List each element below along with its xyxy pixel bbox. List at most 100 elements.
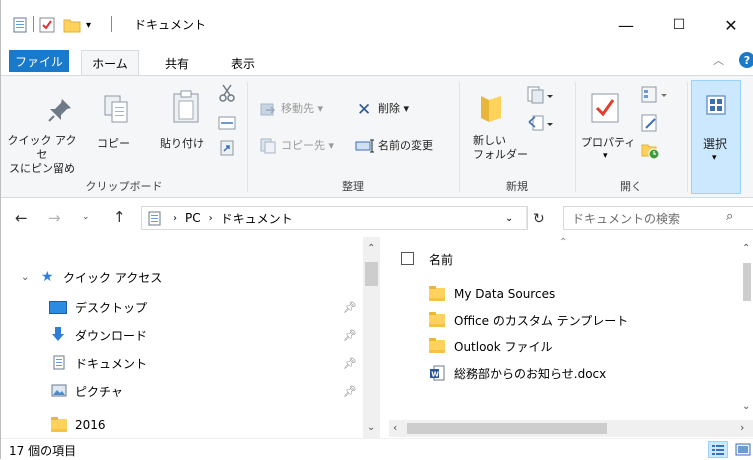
rename-button[interactable]: 名前の変更 bbox=[378, 139, 433, 153]
file-item-label: Outlook ファイル bbox=[454, 339, 553, 354]
pin-icon[interactable]: 📌︎ bbox=[343, 301, 357, 314]
pin-icon[interactable]: 📌︎ bbox=[343, 357, 357, 370]
copy-icon bbox=[103, 94, 129, 127]
address-bar[interactable]: › PC › ドキュメント ⌄ bbox=[141, 206, 528, 230]
select-button[interactable]: 選択 ▾ bbox=[691, 80, 741, 194]
properties-button[interactable]: プロパティ bbox=[581, 136, 635, 150]
large-icons-view-icon[interactable] bbox=[734, 442, 752, 460]
refresh-icon[interactable]: ↻ bbox=[533, 211, 545, 227]
properties-quick-icon[interactable] bbox=[39, 16, 55, 34]
copy-to-button[interactable]: コピー先 ▾ bbox=[281, 139, 334, 153]
file-item-docx[interactable]: W 総務部からのお知らせ.docx bbox=[429, 362, 606, 384]
maximize-button[interactable]: ☐ bbox=[656, 10, 702, 40]
nav-item-pictures-label: ピクチャ bbox=[75, 384, 123, 399]
file-list-pane: ⌃ 名前 My Data Sources Office のカスタム テンプレート… bbox=[389, 237, 753, 438]
scroll-down-arrow-icon[interactable]: ⌄ bbox=[367, 422, 375, 433]
search-box[interactable]: ドキュメントの検索 ⌕ bbox=[563, 206, 753, 230]
paste-icon bbox=[171, 90, 201, 127]
pin-icon bbox=[46, 96, 74, 127]
close-button[interactable]: ✕ bbox=[708, 10, 753, 40]
cut-icon[interactable] bbox=[219, 84, 235, 105]
back-arrow-icon[interactable]: ← bbox=[15, 209, 28, 227]
collapse-ribbon-icon[interactable]: ︿ bbox=[713, 52, 724, 68]
history-icon[interactable] bbox=[641, 142, 661, 163]
details-view-icon[interactable] bbox=[708, 441, 728, 458]
nav-scrollbar[interactable]: ⌃ ⌄ bbox=[363, 237, 380, 438]
properties-dropdown-icon[interactable]: ▾ bbox=[603, 151, 608, 161]
file-item-outlook-files[interactable]: Outlook ファイル bbox=[429, 335, 553, 357]
tab-share[interactable]: 共有 bbox=[165, 55, 189, 72]
delete-button[interactable]: 削除 ▾ bbox=[378, 102, 409, 116]
new-folder-label-2: フォルダー bbox=[473, 148, 528, 161]
pin-icon[interactable]: 📌︎ bbox=[343, 329, 357, 342]
file-item-my-data-sources[interactable]: My Data Sources bbox=[429, 283, 555, 305]
expand-chevron-icon[interactable]: ⌄ bbox=[21, 272, 29, 283]
file-scrollbar-thumb[interactable] bbox=[743, 263, 751, 301]
easy-access-icon[interactable] bbox=[527, 114, 553, 135]
item-count: 17 個の項目 bbox=[9, 444, 77, 458]
new-folder-button[interactable]: 新しい フォルダー bbox=[473, 134, 528, 162]
nav-item-2016[interactable]: 2016 bbox=[1, 414, 361, 436]
breadcrumb-documents[interactable]: ドキュメント bbox=[221, 210, 293, 227]
breadcrumb-separator-icon: › bbox=[208, 212, 213, 224]
svg-text:W: W bbox=[431, 371, 439, 379]
sort-ascending-icon: ⌃ bbox=[559, 237, 568, 248]
pin-quick-access-button[interactable]: クイック アクセ スにピン留め bbox=[7, 134, 77, 176]
scroll-right-arrow-icon[interactable]: › bbox=[740, 421, 744, 434]
scroll-up-arrow-icon[interactable]: ⌃ bbox=[742, 243, 750, 254]
copy-path-icon[interactable] bbox=[218, 116, 236, 133]
help-icon[interactable]: ? bbox=[739, 52, 753, 68]
navigation-pane: ⌄ ★ クイック アクセス デスクトップ 📌︎ ダウンロード 📌︎ ドキュメント… bbox=[1, 237, 383, 438]
up-arrow-icon[interactable]: ↑ bbox=[113, 208, 126, 226]
nav-item-desktop[interactable]: デスクトップ 📌︎ bbox=[1, 296, 361, 318]
delete-icon: ✕ bbox=[357, 100, 372, 120]
copy-button[interactable]: コピー bbox=[97, 137, 130, 151]
select-all-checkbox[interactable] bbox=[401, 252, 414, 265]
pin-icon[interactable]: 📌︎ bbox=[343, 385, 357, 398]
ribbon-tab-bar: ファイル ホーム 共有 表示 bbox=[1, 46, 753, 76]
new-folder-label-1: 新しい bbox=[473, 134, 506, 147]
new-folder-quick-icon[interactable] bbox=[63, 16, 81, 34]
folder-icon bbox=[429, 337, 445, 353]
scroll-left-arrow-icon[interactable]: ‹ bbox=[393, 421, 397, 434]
address-dropdown-icon[interactable]: ⌄ bbox=[505, 213, 513, 224]
desktop-icon bbox=[49, 300, 67, 314]
minimize-button[interactable]: — bbox=[603, 10, 649, 40]
open-icon[interactable] bbox=[641, 86, 667, 107]
scroll-up-arrow-icon[interactable]: ⌃ bbox=[367, 243, 375, 254]
file-horizontal-scrollbar[interactable]: ‹ › bbox=[389, 420, 753, 437]
new-item-icon[interactable] bbox=[527, 86, 553, 107]
recent-locations-icon[interactable]: ⌄ bbox=[82, 212, 90, 222]
file-item-office-templates[interactable]: Office のカスタム テンプレート bbox=[429, 309, 628, 331]
search-icon[interactable]: ⌕ bbox=[726, 209, 733, 224]
tab-file[interactable]: ファイル bbox=[9, 50, 69, 72]
file-vertical-scrollbar[interactable]: ⌃ ⌄ bbox=[739, 237, 753, 420]
paste-button[interactable]: 貼り付け bbox=[160, 137, 204, 151]
nav-item-documents[interactable]: ドキュメント 📌︎ bbox=[1, 352, 361, 374]
file-item-label: My Data Sources bbox=[454, 287, 556, 301]
delete-label: 削除 bbox=[378, 102, 400, 115]
file-item-label: 総務部からのお知らせ.docx bbox=[454, 366, 607, 381]
nav-item-pictures[interactable]: ピクチャ 📌︎ bbox=[1, 380, 361, 402]
move-to-button[interactable]: 移動先 ▾ bbox=[281, 102, 323, 116]
word-document-icon: W bbox=[429, 365, 445, 381]
search-input[interactable]: ドキュメントの検索 bbox=[572, 210, 680, 227]
breadcrumb-separator-icon: › bbox=[173, 212, 177, 224]
scroll-down-arrow-icon[interactable]: ⌄ bbox=[742, 401, 750, 412]
breadcrumb-pc[interactable]: PC bbox=[185, 211, 201, 225]
edit-icon[interactable] bbox=[641, 114, 659, 135]
address-toolbar: ← → ⌄ ↑ › PC › ドキュメント ⌄ ↻ ドキュメントの検索 ⌕ bbox=[1, 199, 753, 237]
customize-quick-access-icon[interactable]: ▾ bbox=[86, 16, 91, 34]
ribbon: クイック アクセ スにピン留め コピー 貼り付け クリップボード 移動先 ▾ コ… bbox=[1, 75, 753, 198]
paste-shortcut-icon[interactable] bbox=[219, 140, 235, 159]
tab-view[interactable]: 表示 bbox=[231, 55, 255, 72]
nav-item-2016-label: 2016 bbox=[75, 418, 106, 432]
column-header-name[interactable]: 名前 bbox=[429, 251, 453, 268]
quick-access-header[interactable]: ⌄ ★ クイック アクセス bbox=[1, 266, 361, 288]
nav-item-downloads[interactable]: ダウンロード 📌︎ bbox=[1, 324, 361, 346]
file-hscrollbar-thumb[interactable] bbox=[407, 423, 607, 434]
nav-scrollbar-thumb[interactable] bbox=[365, 262, 378, 286]
tab-home[interactable]: ホーム bbox=[81, 50, 139, 76]
forward-arrow-icon[interactable]: → bbox=[48, 209, 61, 227]
app-document-icon[interactable] bbox=[13, 16, 27, 34]
